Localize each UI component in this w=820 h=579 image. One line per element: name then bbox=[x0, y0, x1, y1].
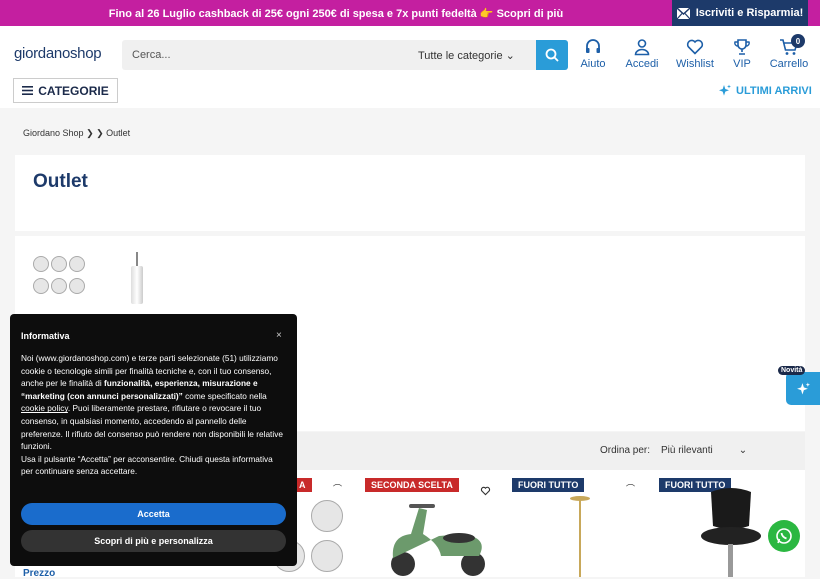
plate-image bbox=[33, 256, 49, 272]
product-tag: FUORI TUTTO bbox=[512, 478, 585, 492]
cart-count-badge: 0 bbox=[791, 34, 805, 48]
heart-icon bbox=[686, 39, 704, 55]
novita-badge: Novità bbox=[778, 366, 806, 375]
promo-message[interactable]: Fino al 26 Luglio cashback di 25€ ogni 2… bbox=[0, 7, 672, 20]
nav-row: CATEGORIE ULTIMI ARRIVI bbox=[0, 78, 820, 108]
heart-icon[interactable] bbox=[480, 486, 491, 496]
ultimi-arrivi-link[interactable]: ULTIMI ARRIVI bbox=[718, 84, 812, 97]
close-icon[interactable]: × bbox=[276, 330, 282, 341]
stool-image bbox=[701, 488, 761, 577]
subcategory-card[interactable]: SECONDA SCELTA bbox=[101, 250, 173, 319]
scooter-image bbox=[391, 504, 485, 576]
hamburger-icon bbox=[22, 86, 34, 95]
site-logo[interactable]: giordanoshop bbox=[14, 45, 102, 62]
site-header: giordanoshop Cerca... Tutte le categorie… bbox=[0, 26, 820, 78]
chevron-down-icon: ⌄ bbox=[738, 445, 748, 456]
login-label: Accedi bbox=[625, 58, 659, 70]
help-link[interactable]: Aiuto bbox=[580, 38, 606, 70]
title-card: Outlet bbox=[15, 155, 805, 231]
promo-bar: Fino al 26 Luglio cashback di 25€ ogni 2… bbox=[0, 0, 820, 26]
vip-link[interactable]: VIP bbox=[731, 38, 753, 70]
plate-image bbox=[51, 256, 67, 272]
price-filter-label[interactable]: Prezzo bbox=[23, 568, 55, 579]
subcategory-card[interactable]: SECONDA SCELTA bbox=[31, 250, 103, 319]
category-select-label: Tutte le categorie bbox=[418, 50, 503, 62]
more-icon[interactable]: ⌒ bbox=[626, 482, 635, 495]
cookie-title: Informativa bbox=[21, 331, 70, 341]
sort-select[interactable]: Più rilevanti ⌄ bbox=[661, 445, 747, 456]
page-title: Outlet bbox=[33, 171, 88, 192]
headset-icon bbox=[586, 39, 600, 53]
search-bar: Cerca... Tutte le categorie ⌄ bbox=[122, 40, 568, 70]
plate-image bbox=[33, 278, 49, 294]
accept-button[interactable]: Accetta bbox=[21, 503, 286, 525]
cookie-policy-link[interactable]: cookie policy bbox=[21, 403, 68, 413]
more-icon[interactable]: ⌒ bbox=[333, 482, 342, 495]
help-label: Aiuto bbox=[580, 58, 606, 70]
novita-button[interactable]: Novità bbox=[778, 366, 820, 405]
plate-image bbox=[69, 278, 85, 294]
search-button[interactable] bbox=[536, 40, 568, 70]
ultimi-arrivi-label: ULTIMI ARRIVI bbox=[736, 84, 812, 97]
cart-icon-wrap: 0 bbox=[779, 34, 805, 56]
categories-label: CATEGORIE bbox=[38, 83, 109, 98]
breadcrumb-current: Outlet bbox=[106, 128, 131, 138]
categories-button[interactable]: CATEGORIE bbox=[13, 78, 118, 103]
plate-image bbox=[51, 278, 67, 294]
wishlist-label: Wishlist bbox=[676, 58, 714, 70]
learn-more-button[interactable]: Scopri di più e personalizza bbox=[21, 530, 286, 552]
brush-holder-image bbox=[131, 266, 143, 304]
cookie-text-2: come specificato nella bbox=[182, 390, 267, 401]
subscribe-button[interactable]: Iscriviti e Risparmia! bbox=[672, 0, 808, 26]
trophy-icon bbox=[734, 39, 750, 55]
breadcrumb-home[interactable]: Giordano Shop bbox=[23, 128, 84, 138]
cart-link[interactable]: 0 Carrello bbox=[769, 34, 809, 70]
breadcrumb: Giordano Shop ❯ ❯ Outlet bbox=[23, 128, 130, 139]
plate-image bbox=[311, 540, 343, 572]
subscribe-label: Iscriviti e Risparmia! bbox=[695, 7, 804, 19]
chevron-down-icon: ⌄ bbox=[505, 50, 515, 62]
lamp-pole-image bbox=[579, 500, 581, 577]
user-icon bbox=[634, 39, 650, 56]
sparkle-icon bbox=[797, 382, 810, 395]
cookie-text-4: Usa il pulsante “Accetta” per acconsenti… bbox=[21, 453, 273, 477]
cookie-text: Noi (www.giordanoshop.com) e terze parti… bbox=[21, 352, 283, 478]
cookie-banner: Informativa × Noi (www.giordanoshop.com)… bbox=[10, 314, 297, 566]
search-icon bbox=[545, 48, 559, 62]
sort-select-value: Più rilevanti bbox=[661, 445, 713, 456]
breadcrumb-separator-icon: ❯ ❯ bbox=[86, 128, 104, 138]
plate-image bbox=[69, 256, 85, 272]
login-link[interactable]: Accedi bbox=[624, 38, 660, 70]
whatsapp-icon bbox=[776, 528, 792, 544]
product-tag: SECONDA SCELTA bbox=[365, 478, 459, 492]
whatsapp-button[interactable] bbox=[768, 520, 800, 552]
sort-label: Ordina per: bbox=[600, 445, 651, 456]
product-card[interactable]: FUORI TUTTO ⌒ bbox=[512, 470, 652, 577]
search-input[interactable]: Cerca... bbox=[132, 49, 171, 61]
cart-label: Carrello bbox=[769, 58, 809, 70]
category-select[interactable]: Tutte le categorie ⌄ bbox=[418, 49, 515, 62]
vip-label: VIP bbox=[733, 58, 751, 70]
sparkle-icon bbox=[719, 84, 731, 96]
envelope-icon bbox=[676, 7, 690, 19]
product-card[interactable]: SECONDA SCELTA bbox=[365, 470, 505, 577]
wishlist-link[interactable]: Wishlist bbox=[674, 38, 716, 70]
logo-text: giordanoshop bbox=[14, 45, 102, 62]
plate-image bbox=[311, 500, 343, 532]
